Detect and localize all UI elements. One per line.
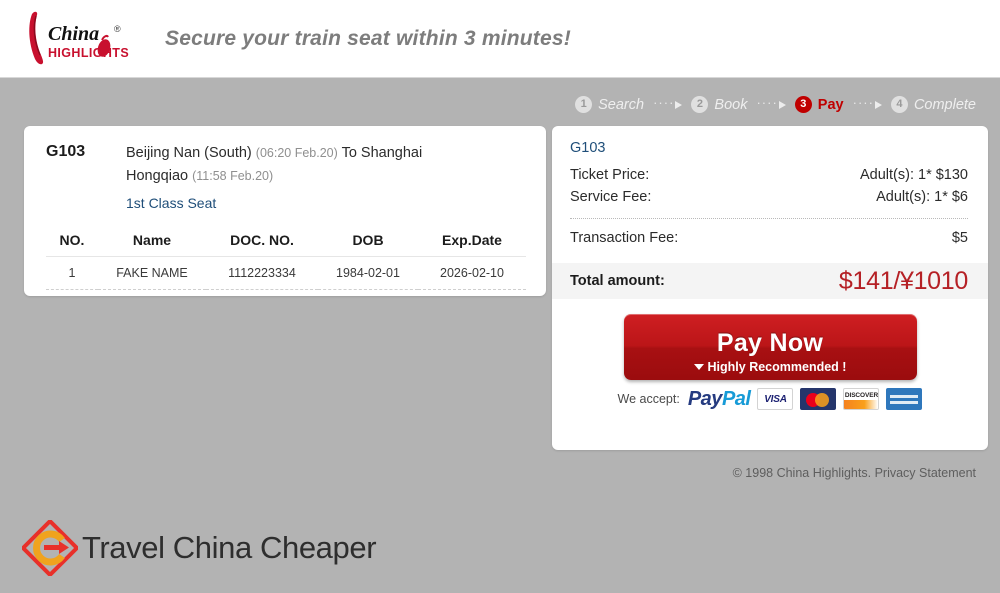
amex-stripe-top [890,395,919,398]
step-book[interactable]: 2 Book [691,96,747,113]
transaction-fee-value: $5 [951,230,968,246]
arrival-station: Hongqiao [126,168,189,185]
step-book-label: Book [714,96,748,113]
train-number: G103 [46,143,86,160]
step-complete[interactable]: 4 Complete [890,96,976,113]
visa-icon: VISA [757,388,794,410]
itinerary-card: G103 Beijing Nan (South) (06:20 Feb.20) … [24,126,546,296]
arrow-right-icon [778,100,786,109]
step-pay[interactable]: 3 Pay [794,96,844,113]
step-separator-3: ···· [852,95,882,111]
svg-text:®: ® [114,24,121,34]
price-breakdown: G103 Ticket Price: Adult(s): 1* $130 Ser… [552,126,988,249]
cell-dob: 1984-02-01 [318,256,418,291]
accepted-payment-methods: We accept: PayPal VISA DISCOVER [552,388,988,410]
discover-band [844,400,879,409]
arrival-prefix: To Shanghai [341,145,423,161]
we-accept-label: We accept: [617,392,680,406]
price-row-ticket: Ticket Price: Adult(s): 1* $130 [570,164,968,186]
visa-label: VISA [764,394,787,405]
mastercard-circle-orange [815,393,830,407]
copyright-text: © 1998 China Highlights. [732,466,872,480]
step-separator-dots: ···· [756,95,778,110]
step-search-number: 1 [575,96,593,113]
privacy-statement-link[interactable]: Privacy Statement [875,466,976,480]
step-complete-number: 4 [890,96,908,113]
arrow-right-icon [874,100,882,109]
column-header-doc-no: DOC. NO. [206,228,318,258]
service-fee-value: Adult(s): 1* $6 [876,189,968,205]
svg-text:HIGHLIGHTS: HIGHLIGHTS [48,46,129,60]
site-header: China ® HIGHLIGHTS Secure your train sea… [0,0,1000,78]
step-separator-dots: ···· [852,95,874,110]
step-search[interactable]: 1 Search [575,96,644,113]
price-row-transaction-fee: Transaction Fee: $5 [570,227,968,249]
trip-route: Beijing Nan (South) (06:20 Feb.20) To Sh… [126,142,422,216]
step-pay-number: 3 [794,96,812,113]
paypal-text-b: Pal [721,388,751,410]
discover-icon: DISCOVER [843,388,880,410]
caret-down-icon [693,364,704,370]
travel-china-cheaper-brand: Travel China Cheaper [22,520,377,576]
arrival-time: (11:58 Feb.20) [192,169,274,184]
cell-exp-date: 2026-02-10 [418,256,526,291]
discover-label: DISCOVER [844,392,879,399]
departure-time: (06:20 Feb.20) [255,146,338,160]
column-header-dob: DOB [318,228,418,258]
travel-china-cheaper-logo-icon [22,520,78,576]
mastercard-icon [800,388,837,410]
price-divider [570,218,968,219]
cell-doc-no: 1112223334 [206,256,318,291]
column-header-no: NO. [46,228,98,258]
brand-name: Travel China Cheaper [82,530,377,565]
transaction-fee-label: Transaction Fee: [570,230,679,246]
price-row-service-fee: Service Fee: Adult(s): 1* $6 [570,186,968,208]
step-separator-1: ···· [653,95,683,111]
seat-class-link[interactable]: 1st Class Seat [126,192,216,215]
step-complete-label: Complete [913,96,976,113]
step-pay-label: Pay [817,96,844,113]
step-separator-dots: ···· [653,95,675,110]
total-amount-row: Total amount: $141/¥1010 [552,263,988,299]
cell-name: FAKE NAME [98,256,206,291]
pay-now-button[interactable]: Pay Now Highly Recommended ! [623,314,917,380]
amex-icon [886,388,923,410]
amex-stripe-bottom [890,401,919,404]
passenger-table: NO. Name DOC. NO. DOB Exp.Date 1 FAKE NA… [46,228,526,291]
svg-text:China: China [48,23,99,45]
header-tagline: Secure your train seat within 3 minutes! [165,27,571,50]
column-header-name: Name [98,228,206,258]
cell-no: 1 [46,256,98,291]
departure-station: Beijing Nan (South) [126,145,252,161]
arrow-right-icon [675,100,683,109]
table-row: 1 FAKE NAME 1112223334 1984-02-01 2026-0… [46,256,526,291]
step-separator-2: ···· [756,95,786,111]
price-train-number: G103 [570,140,606,156]
pay-now-sublabel-wrapper: Highly Recommended ! [624,360,917,374]
checkout-progress-steps: 1 Search ···· 2 Book ···· 3 Pay ···· 4 C… [575,96,976,113]
paypal-text-a: Pay [687,388,723,410]
paypal-icon[interactable]: PayPal [688,389,751,409]
pay-now-sublabel: Highly Recommended ! [707,360,847,374]
china-highlights-logo[interactable]: China ® HIGHLIGHTS [18,10,133,68]
footer: © 1998 China Highlights. Privacy Stateme… [733,466,976,480]
total-amount-label: Total amount: [570,273,665,289]
payment-summary-card: G103 Ticket Price: Adult(s): 1* $130 Ser… [552,126,988,450]
ticket-price-value: Adult(s): 1* $130 [859,167,968,183]
step-book-number: 2 [691,96,709,113]
service-fee-label: Service Fee: [570,189,652,205]
step-search-label: Search [598,96,645,113]
table-header-row: NO. Name DOC. NO. DOB Exp.Date [46,228,526,258]
pay-now-label: Pay Now [716,329,824,357]
pay-button-wrapper: Pay Now Highly Recommended ! [552,314,988,380]
trip-summary: G103 Beijing Nan (South) (06:20 Feb.20) … [24,126,546,216]
column-header-exp-date: Exp.Date [418,228,526,258]
total-amount-value: $141/¥1010 [838,266,968,295]
ticket-price-label: Ticket Price: [570,167,650,183]
